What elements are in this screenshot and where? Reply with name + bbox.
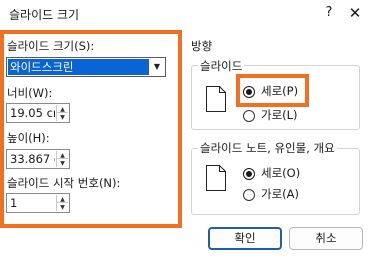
spin-down-icon[interactable]: ▼: [57, 203, 68, 211]
notes-portrait-label[interactable]: 세로(O): [261, 165, 300, 181]
dialog-title: 슬라이드 크기: [9, 8, 80, 22]
spin-up-icon[interactable]: ▲: [57, 151, 68, 159]
portrait-page-icon: [206, 165, 226, 191]
notes-landscape-radio[interactable]: [243, 189, 255, 201]
slide-size-label: 슬라이드 크기(S):: [7, 39, 95, 53]
slides-portrait-radio[interactable]: [243, 86, 255, 98]
ok-button[interactable]: 확인: [208, 227, 282, 250]
slide-size-select[interactable]: 와이드스크린 ▼: [6, 57, 166, 77]
cancel-button[interactable]: 취소: [289, 227, 363, 250]
height-field[interactable]: 33.867 cm ▲ ▼: [6, 149, 70, 169]
slides-landscape-radio[interactable]: [243, 110, 255, 122]
height-stepper[interactable]: ▲ ▼: [56, 151, 68, 167]
help-button[interactable]: ?: [320, 3, 338, 23]
notes-portrait-radio[interactable]: [243, 168, 255, 180]
close-button[interactable]: ✕: [345, 3, 365, 23]
chevron-down-icon: ▼: [153, 62, 161, 71]
spin-up-icon[interactable]: ▲: [57, 195, 68, 203]
height-label: 높이(H):: [7, 131, 50, 145]
spin-down-icon[interactable]: ▼: [57, 113, 68, 121]
width-field[interactable]: 19.05 cm ▲ ▼: [6, 103, 70, 123]
spin-down-icon[interactable]: ▼: [57, 159, 68, 167]
slide-size-value: 와이드스크린: [8, 59, 149, 75]
width-stepper[interactable]: ▲ ▼: [56, 105, 68, 121]
start-number-stepper[interactable]: ▲ ▼: [56, 195, 68, 211]
orientation-title: 방향: [191, 39, 213, 53]
slides-group-title: 슬라이드: [198, 58, 245, 74]
start-number-value: 1: [10, 196, 18, 210]
start-number-field[interactable]: 1 ▲ ▼: [6, 193, 70, 213]
notes-landscape-label[interactable]: 가로(A): [261, 186, 299, 202]
portrait-page-icon: [206, 86, 226, 112]
width-value: 19.05 cm: [10, 106, 55, 120]
height-value: 33.867 cm: [10, 152, 55, 166]
spin-up-icon[interactable]: ▲: [57, 105, 68, 113]
slides-landscape-label[interactable]: 가로(L): [261, 107, 298, 123]
start-number-label: 슬라이드 시작 번호(N):: [7, 176, 121, 190]
notes-group-title: 슬라이드 노트, 유인물, 개요: [198, 140, 337, 156]
slides-portrait-label[interactable]: 세로(P): [261, 83, 298, 99]
width-label: 너비(W):: [7, 86, 53, 100]
